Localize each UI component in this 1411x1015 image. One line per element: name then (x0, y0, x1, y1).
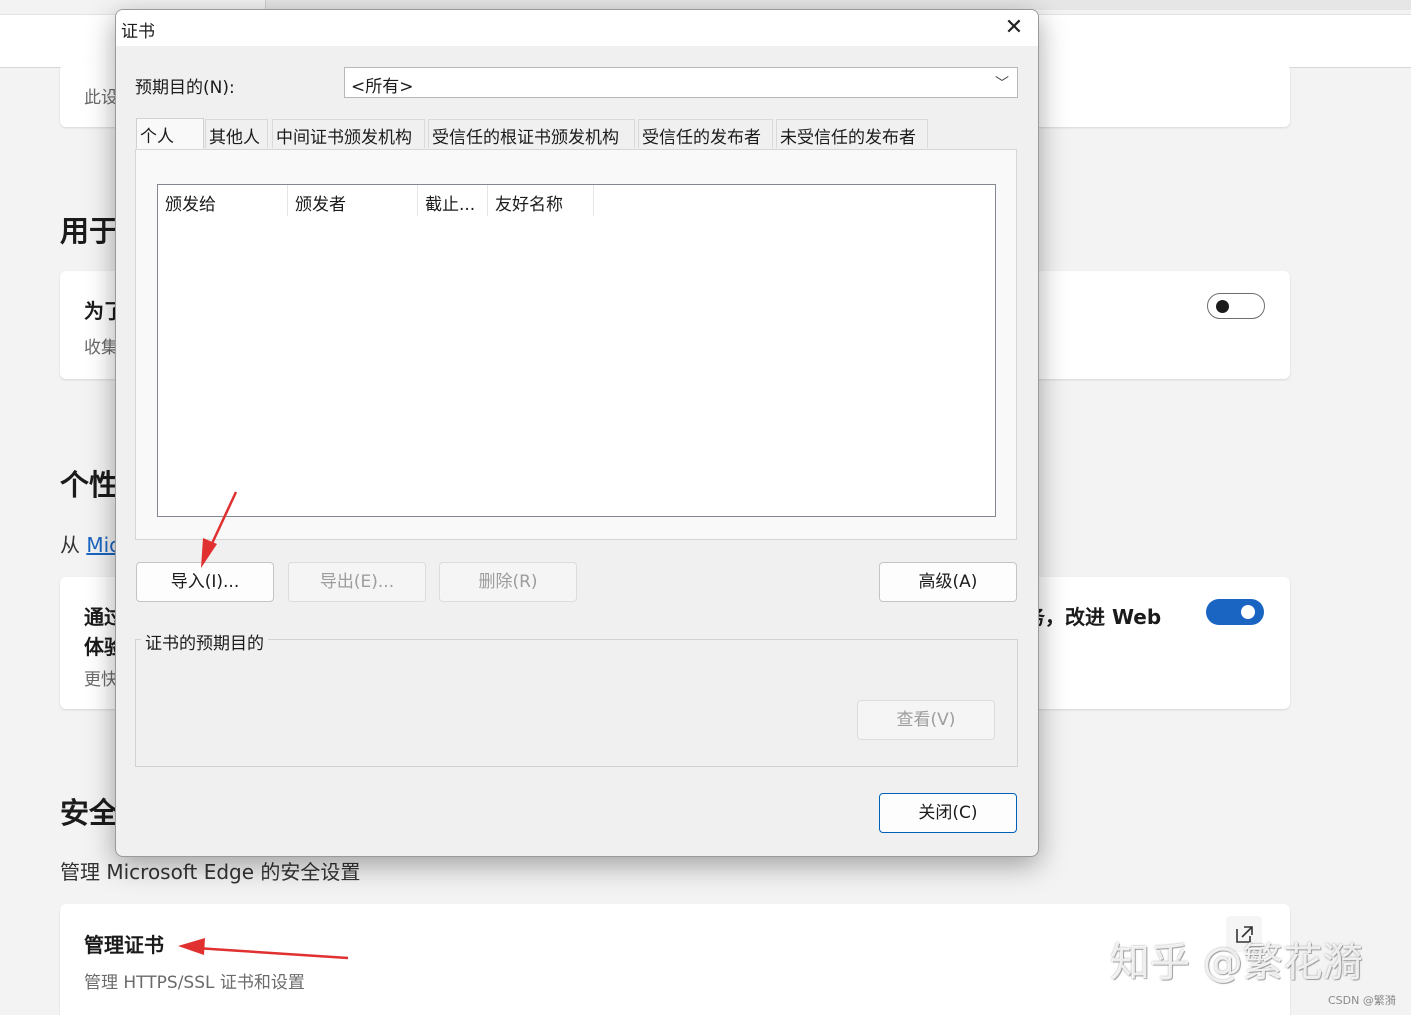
card-3-sub: 更快 (84, 670, 118, 690)
toggle-knob (1241, 605, 1255, 619)
purpose-value: <所有> (351, 77, 414, 97)
card-3-right-text: 务，改进 Web (1025, 605, 1162, 629)
manage-certificates-sub: 管理 HTTPS/SSL 证书和设置 (84, 973, 305, 993)
zhihu-watermark: 知乎 @繁花漪 (1110, 940, 1363, 986)
tab-trusted-publishers[interactable]: 受信任的发布者 (638, 119, 773, 148)
certificates-dialog: 证书 ✕ 预期目的(N): <所有> ﹀ 个人 其他人 中间证书颁发机构 受信任… (115, 9, 1039, 857)
column-header-issued-by[interactable]: 颁发者 (288, 185, 418, 216)
section-2-desc: 从 Mic (60, 529, 120, 558)
tab-untrusted-publishers[interactable]: 未受信任的发布者 (776, 119, 928, 148)
section-heading-usage: 用于 (60, 214, 119, 248)
tab-intermediate-ca[interactable]: 中间证书颁发机构 (272, 119, 425, 148)
card-2-sub: 收集 (84, 338, 118, 358)
column-header-issued-to[interactable]: 颁发给 (158, 185, 288, 216)
close-icon[interactable]: ✕ (1000, 14, 1028, 42)
manage-certificates-card[interactable]: 管理证书 管理 HTTPS/SSL 证书和设置 (60, 904, 1290, 1015)
tab-personal[interactable]: 个人 (136, 118, 204, 149)
section-heading-personalize: 个性 (60, 468, 119, 502)
dialog-titlebar: 证书 ✕ (116, 10, 1038, 46)
purpose-label: 预期目的(N): (135, 78, 235, 98)
tab-other-people[interactable]: 其他人 (205, 119, 268, 148)
tab-panel: 颁发给 颁发者 截止... 友好名称 (135, 149, 1017, 540)
certificate-purposes-label: 证书的预期目的 (141, 629, 268, 654)
certificate-list[interactable]: 颁发给 颁发者 截止... 友好名称 (157, 184, 996, 517)
toggle-knob (1216, 300, 1229, 313)
csdn-watermark: CSDN @繁漪 (1328, 994, 1396, 1007)
advanced-button[interactable]: 高级(A) (879, 562, 1017, 602)
data-collection-toggle[interactable] (1207, 293, 1265, 319)
column-header-friendly-name[interactable]: 友好名称 (488, 185, 594, 216)
personalization-toggle[interactable] (1206, 599, 1264, 625)
view-button[interactable]: 查看(V) (857, 700, 995, 740)
card-1-text: 此设 (84, 88, 118, 108)
remove-button[interactable]: 删除(R) (439, 562, 577, 602)
section-heading-security: 安全 (60, 796, 119, 830)
close-button[interactable]: 关闭(C) (879, 793, 1017, 833)
export-button[interactable]: 导出(E)... (288, 562, 426, 602)
security-desc: 管理 Microsoft Edge 的安全设置 (60, 860, 361, 884)
import-button[interactable]: 导入(I)... (136, 562, 274, 602)
manage-certificates-title: 管理证书 (84, 933, 164, 957)
chevron-down-icon: ﹀ (995, 76, 1009, 92)
dialog-title: 证书 (121, 22, 155, 42)
purpose-dropdown[interactable]: <所有> ﹀ (344, 67, 1018, 98)
section-2-prefix: 从 (60, 533, 80, 557)
column-header-expiration[interactable]: 截止... (418, 185, 488, 216)
tab-trusted-root-ca[interactable]: 受信任的根证书颁发机构 (428, 119, 635, 148)
